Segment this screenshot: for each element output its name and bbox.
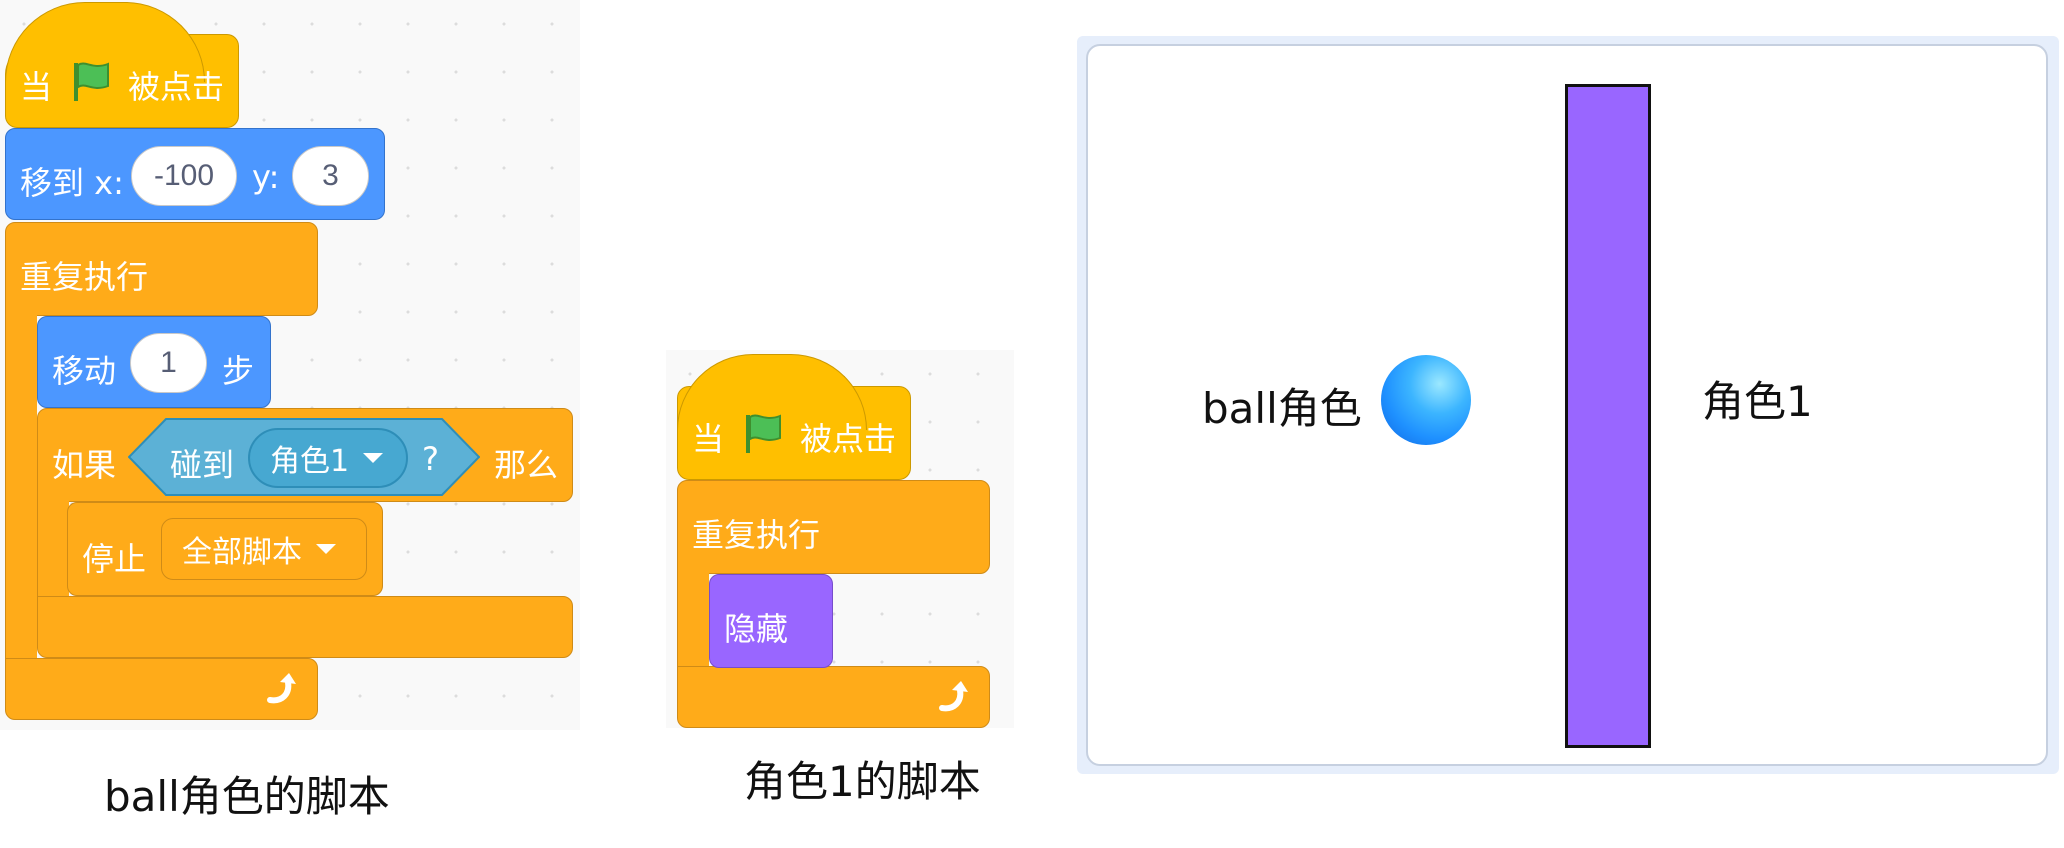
touching-target-text: 角色1 (270, 444, 350, 479)
sprite1-wall[interactable] (1565, 84, 1651, 748)
sprite1-script-caption: 角色1的脚本 (744, 757, 981, 806)
if-label: 如果 (52, 446, 117, 484)
stop-option-text: 全部脚本 (182, 535, 302, 570)
green-flag-icon (70, 60, 112, 109)
loop-arrow-icon (262, 670, 300, 713)
goto-x-input[interactable]: -100 (131, 146, 237, 206)
if-bottom (37, 596, 573, 658)
move-steps-input[interactable]: 1 (130, 333, 207, 393)
hat-when-label: 当 (692, 420, 725, 458)
hat-when-label: 当 (20, 68, 53, 106)
dropdown-caret-icon (363, 453, 384, 463)
hide-label: 隐藏 (724, 610, 789, 648)
forever-arm (5, 312, 37, 662)
loop-arrow-icon (934, 678, 972, 721)
move-unit-label: 步 (222, 352, 255, 390)
goto-y-label: y: (252, 158, 280, 196)
green-flag-icon (742, 412, 784, 461)
stop-option-dropdown[interactable]: 全部脚本 (161, 518, 367, 580)
hat-clicked-label: 被点击 (128, 68, 225, 106)
stop-label: 停止 (82, 540, 147, 578)
forever-arm (677, 570, 709, 670)
touching-target-dropdown[interactable]: 角色1 (248, 428, 408, 488)
goto-label: 移到 x: (20, 164, 124, 202)
touching-question: ? (422, 440, 439, 478)
forever-label: 重复执行 (20, 258, 149, 296)
hat-clicked-label: 被点击 (800, 420, 897, 458)
if-arm (37, 498, 69, 598)
ball-sprite[interactable] (1381, 355, 1471, 445)
goto-y-input[interactable]: 3 (292, 146, 369, 206)
ball-sprite-label: ball角色 (1202, 384, 1362, 433)
ball-script-caption: ball角色的脚本 (104, 772, 390, 821)
forever-label: 重复执行 (692, 516, 821, 554)
sprite1-label: 角色1 (1702, 377, 1813, 426)
move-label: 移动 (52, 352, 117, 390)
then-label: 那么 (494, 446, 559, 484)
dropdown-caret-icon (316, 544, 336, 554)
touching-label: 碰到 (170, 446, 235, 484)
